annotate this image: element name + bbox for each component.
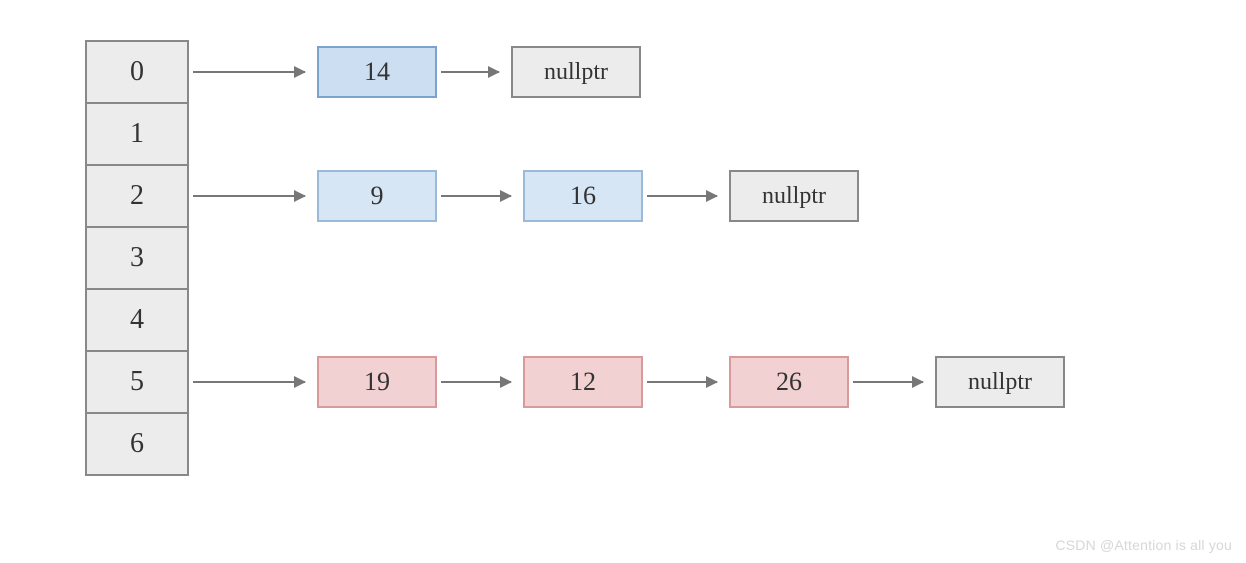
null-node: nullptr bbox=[935, 356, 1065, 408]
arrow bbox=[441, 71, 499, 73]
chain-node: 19 bbox=[317, 356, 437, 408]
arrow bbox=[441, 381, 511, 383]
chain-node: 14 bbox=[317, 46, 437, 98]
bucket-4: 4 bbox=[85, 288, 189, 352]
arrow bbox=[853, 381, 923, 383]
arrow bbox=[441, 195, 511, 197]
arrow bbox=[193, 195, 305, 197]
chain-node: 26 bbox=[729, 356, 849, 408]
null-node: nullptr bbox=[511, 46, 641, 98]
arrow bbox=[647, 195, 717, 197]
arrow bbox=[193, 381, 305, 383]
bucket-5: 5 bbox=[85, 350, 189, 414]
bucket-1: 1 bbox=[85, 102, 189, 166]
bucket-array: 0 1 2 3 4 5 6 bbox=[85, 40, 189, 476]
watermark: CSDN @Attention is all you bbox=[1055, 537, 1232, 553]
chain-node: 12 bbox=[523, 356, 643, 408]
bucket-0: 0 bbox=[85, 40, 189, 104]
chain-node: 16 bbox=[523, 170, 643, 222]
null-node: nullptr bbox=[729, 170, 859, 222]
arrow bbox=[193, 71, 305, 73]
bucket-2: 2 bbox=[85, 164, 189, 228]
arrow bbox=[647, 381, 717, 383]
bucket-6: 6 bbox=[85, 412, 189, 476]
bucket-3: 3 bbox=[85, 226, 189, 290]
chain-node: 9 bbox=[317, 170, 437, 222]
